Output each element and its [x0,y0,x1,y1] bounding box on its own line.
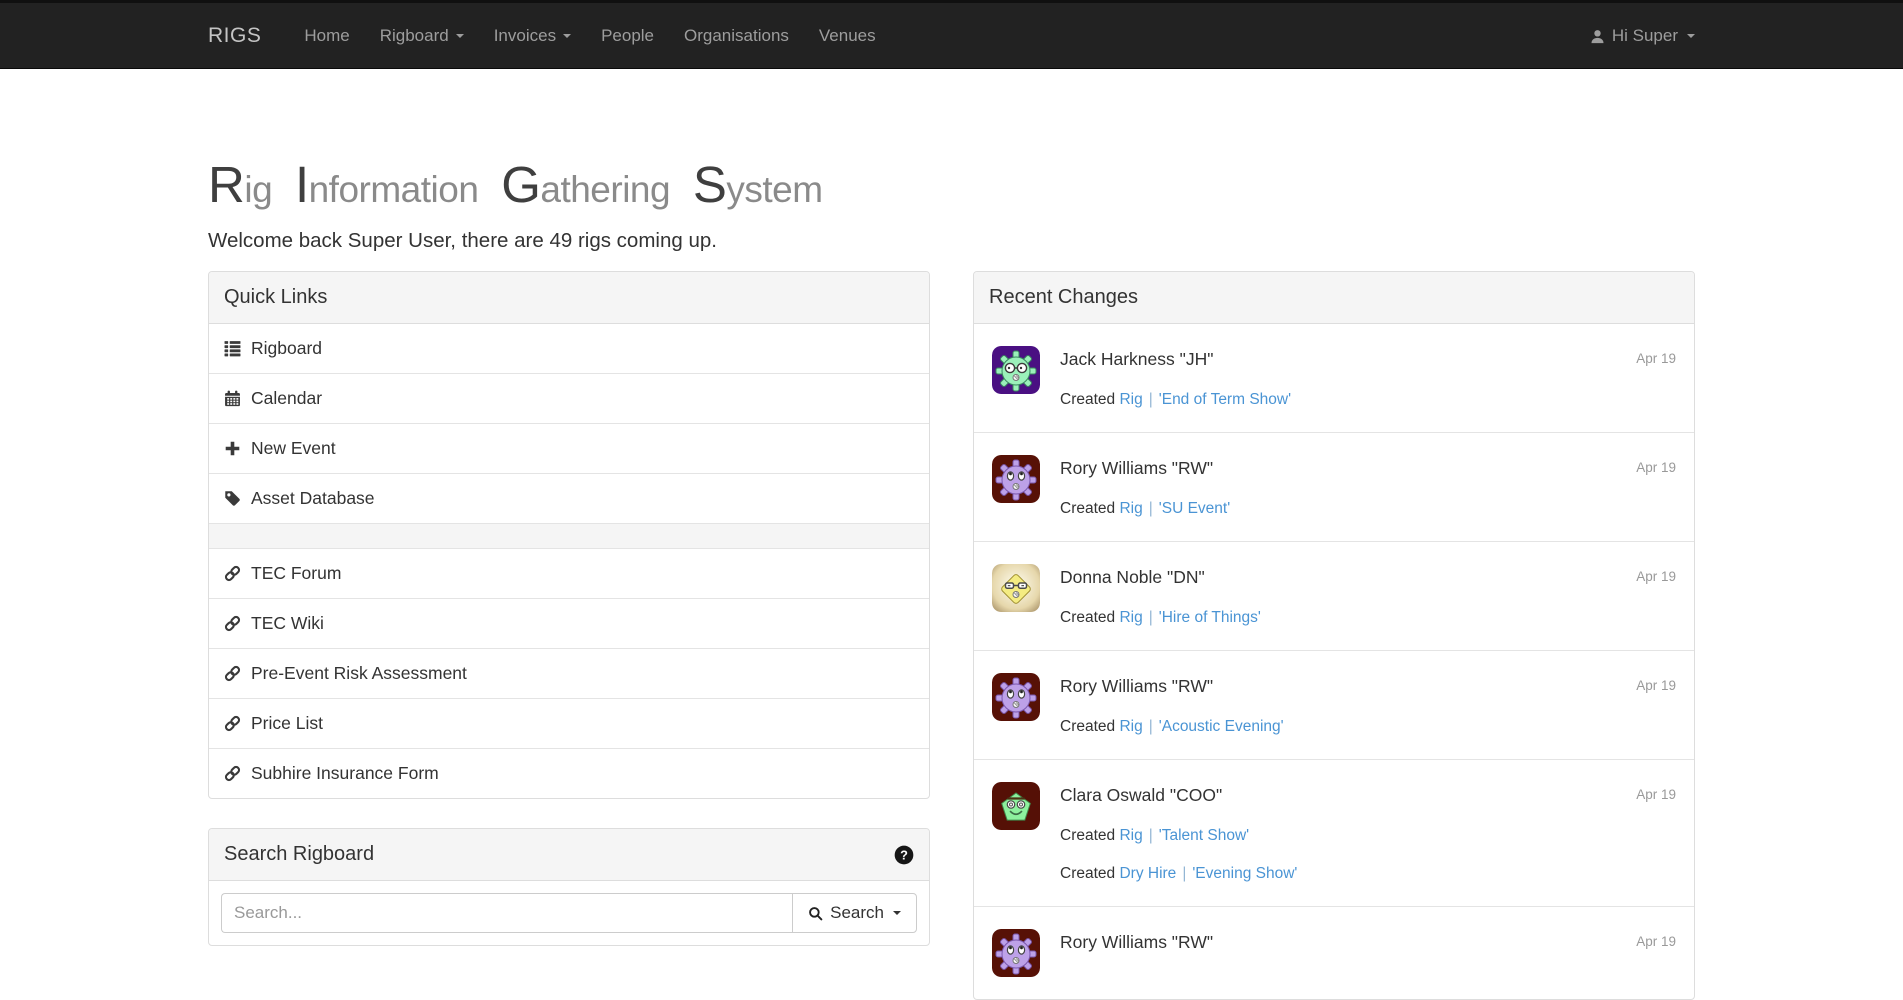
person-name: Rory Williams "RW" [1060,455,1624,481]
quick-links-panel: Quick Links Rigboard [208,271,930,799]
search-button[interactable]: Search [792,893,917,933]
event-link[interactable]: 'SU Event' [1159,500,1230,517]
entity-link[interactable]: Rig [1119,500,1142,517]
nav-item-home[interactable]: Home [289,3,364,69]
main-nav: Home Rigboard Invoices People Organisati… [289,3,890,69]
event-link[interactable]: 'Acoustic Evening' [1159,718,1284,735]
quick-links-heading: Quick Links [209,272,929,324]
chevron-down-icon [1687,34,1695,38]
recent-change-row: Rory Williams "RW" Created Rig|'SU Event… [974,432,1694,541]
change-action: Created Rig|'SU Event' [1060,498,1624,519]
purple-gear-robot-avatar [992,455,1040,503]
recent-change-row: Donna Noble "DN" Created Rig|'Hire of Th… [974,541,1694,650]
calendar-icon [224,390,241,407]
change-date: Apr 19 [1624,929,1676,977]
quick-link-asset-database[interactable]: Asset Database [209,474,929,523]
search-icon [808,906,823,921]
person-name: Donna Noble "DN" [1060,564,1624,590]
green-pentagon-robot-avatar [992,782,1040,830]
brand-logo[interactable]: RIGS [208,24,261,48]
entity-link[interactable]: Dry Hire [1119,865,1176,882]
person-name: Clara Oswald "COO" [1060,782,1624,808]
nav-item-venues[interactable]: Venues [804,3,891,69]
link-icon [224,665,241,682]
page-title: Rig Information Gathering System [208,157,930,213]
green-gear-robot-avatar [992,346,1040,394]
welcome-message: Welcome back Super User, there are 49 ri… [208,229,930,253]
chevron-down-icon [563,34,571,38]
plus-icon [224,440,241,457]
chevron-down-icon [456,34,464,38]
nav-item-invoices[interactable]: Invoices [479,3,586,69]
entity-link[interactable]: Rig [1119,609,1142,626]
svg-text:?: ? [900,847,908,862]
recent-changes-heading: Recent Changes [974,272,1694,324]
quick-link-new-event[interactable]: New Event [209,424,929,473]
change-date: Apr 19 [1624,782,1676,884]
purple-gear-robot-avatar [992,673,1040,721]
change-action: Created Rig|'Acoustic Evening' [1060,716,1624,737]
question-circle-icon[interactable]: ? [894,845,914,865]
event-link[interactable]: 'End of Term Show' [1159,391,1291,408]
event-link[interactable]: 'Talent Show' [1159,827,1249,844]
change-date: Apr 19 [1624,564,1676,628]
list-icon [224,340,241,357]
event-link[interactable]: 'Hire of Things' [1159,609,1261,626]
recent-change-row: Clara Oswald "COO" Created Rig|'Talent S… [974,759,1694,906]
change-date: Apr 19 [1624,346,1676,410]
link-icon [224,615,241,632]
chevron-down-icon [893,911,901,915]
quick-link-price-list[interactable]: Price List [209,699,929,748]
link-icon [224,715,241,732]
quick-link-subhire-insurance-form[interactable]: Subhire Insurance Form [209,749,929,798]
search-input-group: Search [221,893,917,933]
recent-change-row: Rory Williams "RW" Created Rig|'Acoustic… [974,650,1694,759]
change-action: Created Rig|'Talent Show' [1060,825,1624,846]
quick-link-rigboard[interactable]: Rigboard [209,324,929,373]
change-action: Created Dry Hire|'Evening Show' [1060,863,1624,884]
tag-icon [224,490,241,507]
purple-gear-robot-avatar [992,929,1040,977]
person-name: Rory Williams "RW" [1060,673,1624,699]
nav-item-people[interactable]: People [586,3,669,69]
quick-links-separator [209,523,929,548]
quick-link-tec-forum[interactable]: TEC Forum [209,549,929,598]
nav-item-rigboard[interactable]: Rigboard [365,3,479,69]
entity-link[interactable]: Rig [1119,718,1142,735]
search-rigboard-panel: Search Rigboard ? Search [208,828,930,946]
change-date: Apr 19 [1624,673,1676,737]
user-icon [1590,29,1605,44]
entity-link[interactable]: Rig [1119,391,1142,408]
link-icon [224,765,241,782]
nav-item-organisations[interactable]: Organisations [669,3,804,69]
change-action: Created Rig|'End of Term Show' [1060,389,1624,410]
event-link[interactable]: 'Evening Show' [1192,865,1297,882]
change-date: Apr 19 [1624,455,1676,519]
recent-change-row: Jack Harkness "JH" Created Rig|'End of T… [974,324,1694,432]
recent-changes-panel: Recent Changes [973,271,1695,1000]
person-name: Jack Harkness "JH" [1060,346,1624,372]
navbar: RIGS Home Rigboard Invoices People Organ… [0,0,1903,69]
search-rigboard-heading: Search Rigboard ? [209,829,929,881]
yellow-diamond-robot-avatar [992,564,1040,612]
recent-change-row: Rory Williams "RW" Apr 19 [974,906,1694,999]
entity-link[interactable]: Rig [1119,827,1142,844]
quick-link-pre-event-risk-assessment[interactable]: Pre-Event Risk Assessment [209,649,929,698]
link-icon [224,565,241,582]
user-menu[interactable]: Hi Super [1590,3,1695,69]
search-input[interactable] [221,893,792,933]
quick-link-calendar[interactable]: Calendar [209,374,929,423]
quick-link-tec-wiki[interactable]: TEC Wiki [209,599,929,648]
person-name: Rory Williams "RW" [1060,929,1624,955]
change-action: Created Rig|'Hire of Things' [1060,607,1624,628]
